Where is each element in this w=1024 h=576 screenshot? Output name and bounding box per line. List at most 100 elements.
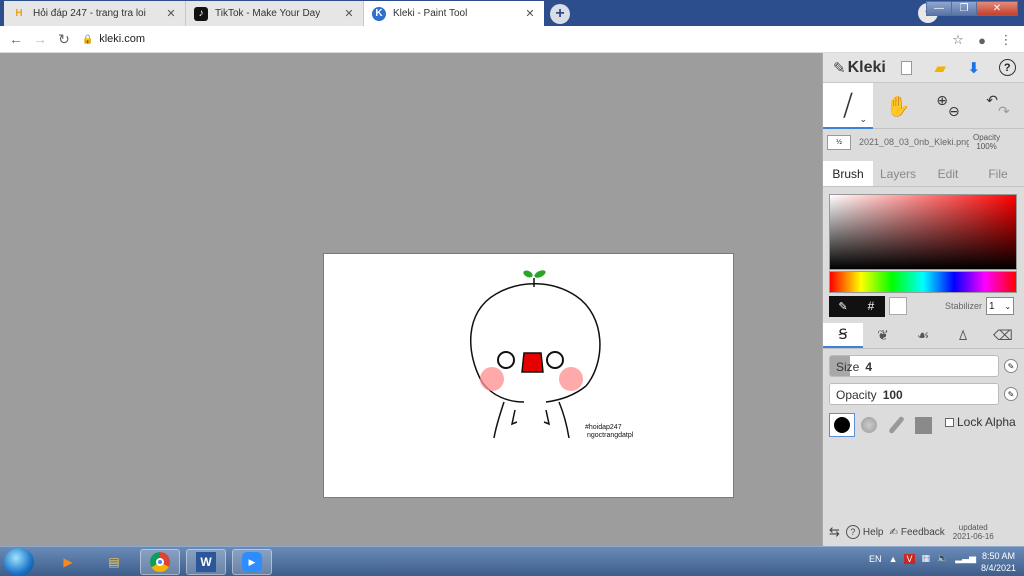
size-label: Size <box>836 360 860 374</box>
panel-header: ✎ Kleki ▰ ⬇ ? <box>823 53 1024 83</box>
updated-label: updated <box>958 523 988 532</box>
hand-icon: ✋ <box>885 95 911 118</box>
reload-icon[interactable]: ↻ <box>52 27 76 51</box>
browser-tab-strip: H Hỏi đáp 247 - trang tra loi ✕ ♪ TikTok… <box>0 0 1024 26</box>
drawing-artwork <box>469 270 601 439</box>
chrome-taskbar-icon[interactable] <box>140 549 180 575</box>
tab-close-icon[interactable]: ✕ <box>343 7 355 20</box>
kleki-favicon-icon: K <box>372 6 386 21</box>
word-taskbar-icon[interactable]: W <box>186 549 226 575</box>
browser-tab-kleki[interactable]: K Kleki - Paint Tool ✕ <box>364 1 544 26</box>
menu-kebab-icon[interactable]: ⋮ <box>994 29 1018 51</box>
minimize-icon[interactable]: — <box>926 1 952 16</box>
layer-thumbnail[interactable]: ½ <box>827 134 851 150</box>
kleki-side-panel: ✎ Kleki ▰ ⬇ ? ╱ ⌄ ✋ ⊕ ⊖ ↶ ↷ ½ 2021_08_03… <box>822 53 1024 546</box>
lock-icon: 🔒 <box>82 33 94 44</box>
extension-icon[interactable]: ● <box>970 29 994 51</box>
swap-sides-button[interactable]: ⇆ <box>829 524 840 540</box>
tab-close-icon[interactable]: ✕ <box>524 7 536 20</box>
new-image-icon[interactable] <box>890 54 923 82</box>
undo-redo-buttons: ↶ ↷ <box>973 83 1023 129</box>
zoom-taskbar-icon[interactable]: ▶ <box>232 549 272 575</box>
color-picker: ✎ # Stabilizer 1 ⌄ <box>829 194 1017 317</box>
eyedropper-icon[interactable]: ✎ <box>829 295 857 317</box>
open-folder-icon[interactable]: ▰ <box>924 54 957 82</box>
kleki-logo[interactable]: ✎ Kleki <box>833 59 890 77</box>
start-button-icon[interactable] <box>4 548 34 576</box>
address-bar[interactable]: 🔒 kleki.com <box>82 33 145 45</box>
tab-layers[interactable]: Layers <box>873 161 923 186</box>
media-player-icon[interactable]: ▶ <box>48 549 88 575</box>
help-icon[interactable]: ? <box>991 54 1024 82</box>
signal-icon[interactable]: ▂▃▅ <box>955 553 976 564</box>
feedback-label: Feedback <box>900 526 945 538</box>
window-close-icon[interactable]: ✕ <box>976 1 1018 16</box>
brush-tip-row: Lock Alpha <box>829 413 1024 437</box>
square-tip-icon[interactable] <box>910 413 936 437</box>
size-edit-icon[interactable]: ✎ <box>1004 359 1018 373</box>
canvas-watermark: #hoidap247 ngoctrangdatpl <box>585 424 633 440</box>
new-tab-button[interactable]: + <box>550 4 570 24</box>
tab-edit[interactable]: Edit <box>923 161 973 186</box>
volume-icon[interactable]: 🔈 <box>937 553 948 564</box>
clock[interactable]: 8:50 AM 8/4/2021 <box>981 550 1016 574</box>
zoom-out-icon[interactable]: ⊖ <box>948 103 960 120</box>
size-row: Size 4 ✎ <box>823 349 1024 377</box>
drawing-canvas[interactable]: #hoidap247 ngoctrangdatpl <box>323 253 734 498</box>
soft-tip-icon[interactable] <box>856 413 882 437</box>
clock-time: 8:50 AM <box>981 551 1015 561</box>
panel-footer: ⇆ ? Help ✍ Feedback updated 2021-06-16 <box>823 518 1024 546</box>
zoom-in-icon[interactable]: ⊕ <box>936 92 948 109</box>
feedback-link[interactable]: ✍ Feedback <box>889 527 944 538</box>
tray-expand-icon[interactable]: ▲ <box>889 554 898 564</box>
saturation-value-area[interactable] <box>829 194 1017 270</box>
hex-input-button[interactable]: # <box>857 295 885 317</box>
file-explorer-icon[interactable]: ▤ <box>94 549 134 575</box>
browser-tab-hoidap[interactable]: H Hỏi đáp 247 - trang tra loi ✕ <box>4 1 186 26</box>
opacity-edit-icon[interactable]: ✎ <box>1004 387 1018 401</box>
brush-tool-button[interactable]: ╱ ⌄ <box>823 83 873 129</box>
stabilizer-select[interactable]: 1 ⌄ <box>986 297 1015 315</box>
opacity-row: Opacity 100 ✎ <box>823 377 1024 405</box>
language-indicator[interactable]: EN <box>869 554 882 564</box>
pen-brush-icon[interactable]: Ꞩ <box>823 323 863 348</box>
tab-close-icon[interactable]: ✕ <box>165 7 177 20</box>
undo-icon[interactable]: ↶ <box>986 92 998 109</box>
hue-slider[interactable] <box>829 271 1017 293</box>
browser-tab-tiktok[interactable]: ♪ TikTok - Make Your Day ✕ <box>186 1 364 26</box>
redo-icon[interactable]: ↷ <box>998 103 1010 120</box>
tab-file[interactable]: File <box>973 161 1023 186</box>
updated-info: updated 2021-06-16 <box>953 523 994 541</box>
system-tray: EN ▲ V ▦ 🔈 ▂▃▅ <box>862 553 976 564</box>
pixel-brush-icon[interactable]: ꕔ <box>943 323 983 348</box>
secondary-color-swatch[interactable] <box>889 297 907 315</box>
hoidap-favicon-icon: H <box>15 8 23 19</box>
maximize-icon[interactable]: ❐ <box>951 1 977 16</box>
help-link[interactable]: ? Help <box>845 525 883 539</box>
chisel-tip-icon[interactable] <box>883 413 909 437</box>
antivirus-icon[interactable]: V <box>904 553 915 564</box>
sketchy-brush-icon[interactable]: ☙ <box>903 323 943 348</box>
network-icon[interactable]: ▦ <box>922 553 931 564</box>
eraser-icon[interactable]: ⌫ <box>983 323 1023 348</box>
tool-bar: ╱ ⌄ ✋ ⊕ ⊖ ↶ ↷ <box>823 83 1024 129</box>
back-arrow-icon[interactable]: ← <box>4 27 28 51</box>
feedback-icon: ✍ <box>889 526 898 538</box>
hand-tool-button[interactable]: ✋ <box>873 83 923 129</box>
round-tip-icon[interactable] <box>829 413 855 437</box>
tab-title: TikTok - Make Your Day <box>215 8 321 19</box>
file-opacity-label: Opacity <box>973 133 1001 142</box>
canvas-workspace[interactable]: #hoidap247 ngoctrangdatpl <box>0 53 822 546</box>
blend-brush-icon[interactable]: ❦ <box>863 323 903 348</box>
size-slider[interactable]: Size 4 <box>829 355 999 377</box>
lock-alpha-checkbox[interactable]: Lock Alpha <box>945 415 1016 429</box>
chevron-down-icon[interactable]: ⌄ <box>859 114 867 125</box>
forward-arrow-icon[interactable]: → <box>28 27 52 51</box>
tab-title: Hỏi đáp 247 - trang tra loi <box>33 8 146 19</box>
updated-date: 2021-06-16 <box>952 532 994 541</box>
tab-brush[interactable]: Brush <box>823 161 873 186</box>
opacity-slider[interactable]: Opacity 100 <box>829 383 999 405</box>
download-icon[interactable]: ⬇ <box>957 54 990 82</box>
bookmark-star-icon[interactable]: ☆ <box>946 29 970 51</box>
kleki-logo-icon: ✎ <box>833 59 846 77</box>
